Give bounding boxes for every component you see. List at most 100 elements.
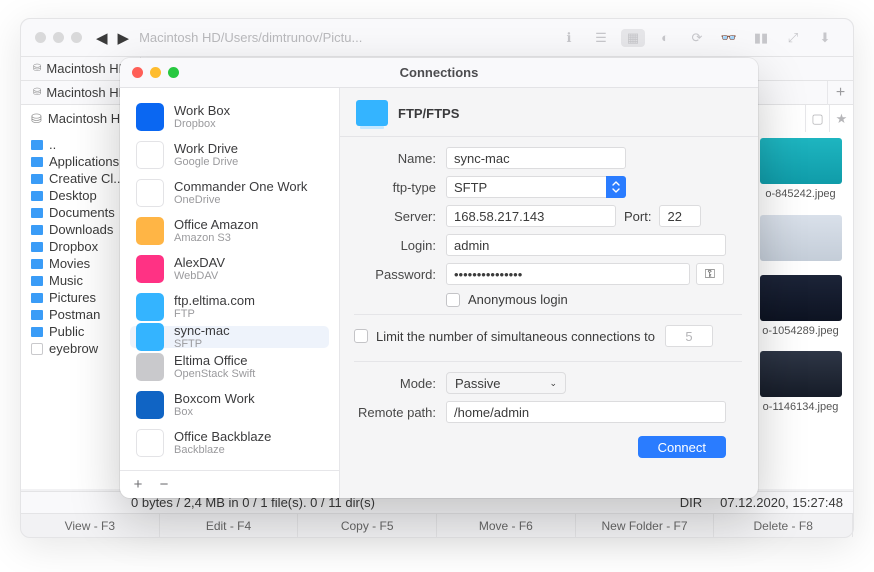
server-input[interactable] xyxy=(446,205,616,227)
connection-item[interactable]: Work DriveGoogle Drive xyxy=(130,136,329,174)
remove-connection-button[interactable]: − xyxy=(152,475,176,495)
toggle-icon[interactable]: ◐ xyxy=(653,29,677,47)
connection-name: AlexDAV xyxy=(174,256,225,270)
favorite-icon[interactable]: ★ xyxy=(829,105,853,133)
sidebar-label: Movies xyxy=(49,256,90,271)
key-icon: ⚿ xyxy=(705,266,715,282)
square-icon[interactable]: ▢ xyxy=(805,105,829,133)
zoom-dot[interactable] xyxy=(71,32,82,43)
connection-sub: Backblaze xyxy=(174,444,271,456)
connection-sub: WebDAV xyxy=(174,270,225,282)
folder-icon xyxy=(31,310,43,320)
tab-label: Macintosh HD xyxy=(46,85,128,100)
dialog-title: Connections xyxy=(120,65,758,80)
thumb-img xyxy=(760,275,842,321)
connection-item[interactable]: Boxcom WorkBox xyxy=(130,386,329,424)
password-input[interactable] xyxy=(446,263,690,285)
connect-button[interactable]: Connect xyxy=(638,436,726,458)
folder-icon xyxy=(31,157,43,167)
close-dot[interactable] xyxy=(35,32,46,43)
fn-button[interactable]: Delete - F8 xyxy=(714,514,853,537)
checkbox-box xyxy=(446,293,460,307)
info-icon[interactable]: ℹ︎ xyxy=(557,29,581,47)
connection-item[interactable]: AlexDAVWebDAV xyxy=(130,250,329,288)
download-icon[interactable]: ⬇︎ xyxy=(813,29,837,47)
thumb-caption: o-1054289.jpeg xyxy=(762,325,838,338)
close-icon[interactable] xyxy=(132,67,143,78)
sidebar-label: eyebrow xyxy=(49,341,98,356)
connection-name: sync-mac xyxy=(174,324,230,338)
folder-icon xyxy=(31,327,43,337)
connection-sub: FTP xyxy=(174,308,255,320)
thumb-item[interactable]: o-1054289.jpeg xyxy=(754,275,847,338)
service-icon xyxy=(136,323,164,351)
thumb-item[interactable]: o-845242.jpeg xyxy=(754,138,847,201)
grid-view-icon[interactable]: ▦ xyxy=(621,29,645,47)
connection-sub: Google Drive xyxy=(174,156,238,168)
sidebar-label: Documents xyxy=(49,205,115,220)
form-header: FTP/FTPS xyxy=(340,88,758,137)
folder-icon xyxy=(31,293,43,303)
nav-fwd-icon[interactable]: ▶ xyxy=(118,29,130,47)
thumb-item[interactable] xyxy=(754,215,847,261)
limit-input[interactable] xyxy=(665,325,713,347)
connection-name: Work Drive xyxy=(174,142,238,156)
connection-item[interactable]: sync-macSFTP xyxy=(130,326,329,348)
nav-back-icon[interactable]: ◀ xyxy=(96,29,108,47)
connection-sub: OpenStack Swift xyxy=(174,368,255,380)
service-icon xyxy=(136,217,164,245)
folder-icon xyxy=(31,140,43,150)
fn-button[interactable]: Edit - F4 xyxy=(160,514,299,537)
min-dot[interactable] xyxy=(53,32,64,43)
limit-label: Limit the number of simultaneous connect… xyxy=(376,329,655,344)
mode-select[interactable]: Passive⌄ xyxy=(446,372,566,394)
connection-item[interactable]: Commander One WorkOneDrive xyxy=(130,174,329,212)
thumb-item[interactable]: o-1146134.jpeg xyxy=(754,351,847,414)
thumb-img xyxy=(760,351,842,397)
sync-icon[interactable]: ⟳ xyxy=(685,29,709,47)
thumb-caption: o-1146134.jpeg xyxy=(763,401,839,414)
dropdown-arrow-icon[interactable] xyxy=(606,176,626,198)
service-icon xyxy=(136,255,164,283)
fn-button[interactable]: New Folder - F7 xyxy=(576,514,715,537)
key-button[interactable]: ⚿ xyxy=(696,263,724,285)
minimize-icon[interactable] xyxy=(150,67,161,78)
add-tab-button[interactable]: + xyxy=(827,81,853,105)
mode-label: Mode: xyxy=(354,376,446,391)
columns-icon[interactable]: ▮▮ xyxy=(749,29,773,47)
remote-path-input[interactable] xyxy=(446,401,726,423)
connection-item[interactable]: Office AmazonAmazon S3 xyxy=(130,212,329,250)
connection-item[interactable]: Office BackblazeBackblaze xyxy=(130,424,329,462)
fn-button[interactable]: Move - F6 xyxy=(437,514,576,537)
titlebar: ◀ ▶ Macintosh HD/Users/dimtrunov/Pictu..… xyxy=(21,19,853,57)
port-input[interactable] xyxy=(659,205,701,227)
connection-item[interactable]: Eltima OfficeOpenStack Swift xyxy=(130,348,329,386)
add-connection-button[interactable]: + xyxy=(126,475,150,495)
limit-checkbox[interactable]: Limit the number of simultaneous connect… xyxy=(354,329,655,344)
breadcrumb: Macintosh HD/Users/dimtrunov/Pictu... xyxy=(139,30,362,45)
fn-button[interactable]: Copy - F5 xyxy=(298,514,437,537)
form-title: FTP/FTPS xyxy=(398,106,459,121)
connection-scroll[interactable]: Work BoxDropboxWork DriveGoogle DriveCom… xyxy=(120,88,339,470)
ftp-folder-icon xyxy=(356,100,388,126)
service-icon xyxy=(136,141,164,169)
share-icon[interactable]: ⤢ xyxy=(781,29,805,47)
login-input[interactable] xyxy=(446,234,726,256)
zoom-icon[interactable] xyxy=(168,67,179,78)
connection-sub: OneDrive xyxy=(174,194,307,206)
name-input[interactable] xyxy=(446,147,626,169)
service-icon xyxy=(136,103,164,131)
anonymous-label: Anonymous login xyxy=(468,292,568,307)
login-label: Login: xyxy=(354,238,446,253)
connection-item[interactable]: ftp.eltima.comFTP xyxy=(130,288,329,326)
service-icon xyxy=(136,179,164,207)
anonymous-checkbox[interactable]: Anonymous login xyxy=(446,292,568,307)
binoculars-icon[interactable]: 👓 xyxy=(717,29,741,47)
folder-icon xyxy=(31,174,43,184)
type-select[interactable] xyxy=(446,176,606,198)
connections-dialog: Connections Work BoxDropboxWork DriveGoo… xyxy=(120,58,758,498)
connection-item[interactable]: Work BoxDropbox xyxy=(130,98,329,136)
sidebar-label: Desktop xyxy=(49,188,97,203)
fn-button[interactable]: View - F3 xyxy=(21,514,160,537)
list-view-icon[interactable]: ☰ xyxy=(589,29,613,47)
